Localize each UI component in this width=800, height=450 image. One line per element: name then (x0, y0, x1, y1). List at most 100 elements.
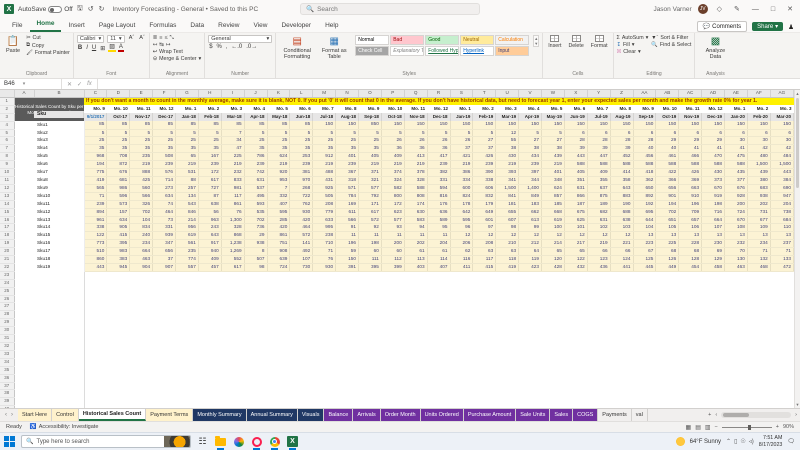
data-cell[interactable]: 5 (519, 129, 542, 137)
cell-a[interactable] (14, 406, 34, 408)
data-cell[interactable]: 5 (244, 129, 267, 137)
data-cell[interactable]: 724 (725, 208, 748, 216)
data-cell[interactable]: 824 (450, 192, 473, 200)
month-number-header[interactable]: Mo. 3 (770, 105, 793, 113)
data-cell[interactable]: 1,269 (221, 248, 244, 256)
cell-a[interactable] (14, 208, 34, 216)
data-cell[interactable]: 940 (198, 248, 221, 256)
data-cell[interactable]: 6 (610, 129, 633, 137)
fill-color-button[interactable]: ▨ (108, 44, 116, 52)
data-cell[interactable]: 905 (107, 224, 130, 232)
row-header-12[interactable]: 12 (0, 184, 14, 192)
data-cell[interactable]: 917 (198, 240, 221, 248)
data-cell[interactable]: 480 (747, 153, 770, 161)
data-cell[interactable]: 405 (359, 153, 382, 161)
data-cell[interactable]: 150 (610, 121, 633, 129)
data-cell[interactable]: 912 (313, 153, 336, 161)
data-cell[interactable]: 606 (473, 184, 496, 192)
cell-b[interactable] (34, 319, 84, 327)
cell-style-calculation[interactable]: Calculation (495, 35, 529, 45)
month-number-header[interactable]: Mo. 2 (747, 105, 770, 113)
tray-network-icon[interactable]: ☉ (740, 438, 745, 445)
data-cell[interactable]: 217 (564, 240, 587, 248)
empty-cell[interactable] (84, 319, 794, 327)
data-cell[interactable]: 332 (267, 192, 290, 200)
normal-view-icon[interactable]: ▦ (686, 424, 692, 431)
data-cell[interactable]: 190 (610, 200, 633, 208)
data-cell[interactable]: 150 (747, 121, 770, 129)
empty-cell[interactable] (84, 350, 794, 358)
data-cell[interactable]: 464 (153, 208, 176, 216)
cell-a[interactable] (14, 358, 34, 366)
data-cell[interactable]: 684 (770, 216, 793, 224)
data-cell[interactable]: 5 (176, 129, 199, 137)
data-cell[interactable]: 730 (290, 263, 313, 271)
data-cell[interactable]: 617 (221, 263, 244, 271)
data-cell[interactable]: 132 (747, 256, 770, 264)
hscroll-left-icon[interactable]: ‹ (715, 412, 717, 418)
row-header-22[interactable]: 22 (0, 263, 14, 271)
data-cell[interactable]: 690 (770, 184, 793, 192)
data-cell[interactable]: 130 (725, 256, 748, 264)
cell-a[interactable] (14, 343, 34, 351)
row-header-1[interactable]: 1 (0, 97, 14, 105)
vertical-scrollbar[interactable]: ▲ ▼ (794, 90, 800, 408)
data-cell[interactable]: 37 (473, 145, 496, 153)
empty-cell[interactable] (84, 295, 794, 303)
page-break-view-icon[interactable]: ▥ (705, 424, 711, 431)
data-cell[interactable]: 36 (404, 145, 427, 153)
copy-button[interactable]: ⧉Copy (26, 42, 70, 49)
column-header-q[interactable]: Q (404, 90, 427, 97)
month-number-header[interactable]: Mo. 12 (153, 105, 176, 113)
date-header[interactable]: Jun-18 (290, 113, 313, 121)
empty-cell[interactable] (84, 343, 794, 351)
row-header-13[interactable]: 13 (0, 192, 14, 200)
data-cell[interactable]: 461 (656, 153, 679, 161)
cell-b[interactable] (34, 311, 84, 319)
data-cell[interactable]: 664 (702, 216, 725, 224)
data-cell[interactable]: 239 (290, 161, 313, 169)
data-cell[interactable]: 634 (153, 192, 176, 200)
data-cell[interactable]: 225 (221, 153, 244, 161)
horizontal-scroll-thumb[interactable] (723, 413, 749, 417)
data-cell[interactable]: 850 (359, 121, 382, 129)
month-number-header[interactable]: Mo. 10 (107, 105, 130, 113)
data-cell[interactable]: 708 (107, 153, 130, 161)
month-number-header[interactable]: Mo. 10 (381, 105, 404, 113)
date-header[interactable]: Dec-17 (153, 113, 176, 121)
page-layout-view-icon[interactable]: ▤ (695, 424, 701, 431)
data-cell[interactable]: 221 (610, 240, 633, 248)
month-number-header[interactable]: Mo. 10 (656, 105, 679, 113)
data-cell[interactable]: 59 (336, 248, 359, 256)
data-cell[interactable]: 774 (176, 256, 199, 264)
data-cell[interactable]: 833 (221, 176, 244, 184)
data-cell[interactable]: 98 (496, 224, 519, 232)
cell-a[interactable] (14, 295, 34, 303)
sheet-tab-sale-units[interactable]: Sale Units (516, 409, 550, 421)
month-number-header[interactable]: Mo. 6 (290, 105, 313, 113)
data-cell[interactable]: 228 (679, 240, 702, 248)
data-cell[interactable]: 85 (107, 121, 130, 129)
gallery-down-icon[interactable]: ▼ (534, 41, 538, 46)
data-cell[interactable]: 30 (725, 137, 748, 145)
month-number-header[interactable]: Mo. 12 (702, 105, 725, 113)
data-cell[interactable]: 638 (198, 200, 221, 208)
data-cell[interactable]: 235 (130, 153, 153, 161)
date-header[interactable]: Nov-18 (404, 113, 427, 121)
data-cell[interactable]: 683 (747, 184, 770, 192)
date-header[interactable]: Feb-19 (473, 113, 496, 121)
edit-mode-icon[interactable]: ✎ (731, 5, 743, 13)
row-header-24[interactable]: 24 (0, 279, 14, 287)
hscroll-right-icon[interactable]: › (795, 412, 797, 418)
zoom-in-icon[interactable]: + (776, 424, 779, 430)
data-cell[interactable]: 109 (747, 224, 770, 232)
column-header-j[interactable]: J (244, 90, 267, 97)
data-cell[interactable]: 422 (656, 169, 679, 177)
data-cell[interactable]: 253 (290, 153, 313, 161)
date-header[interactable]: Feb-18 (198, 113, 221, 121)
data-cell[interactable]: 150 (496, 121, 519, 129)
data-cell[interactable]: 12 (564, 232, 587, 240)
data-cell[interactable]: 116 (450, 256, 473, 264)
month-number-header[interactable]: Mo. 9 (633, 105, 656, 113)
data-cell[interactable]: 189 (587, 200, 610, 208)
